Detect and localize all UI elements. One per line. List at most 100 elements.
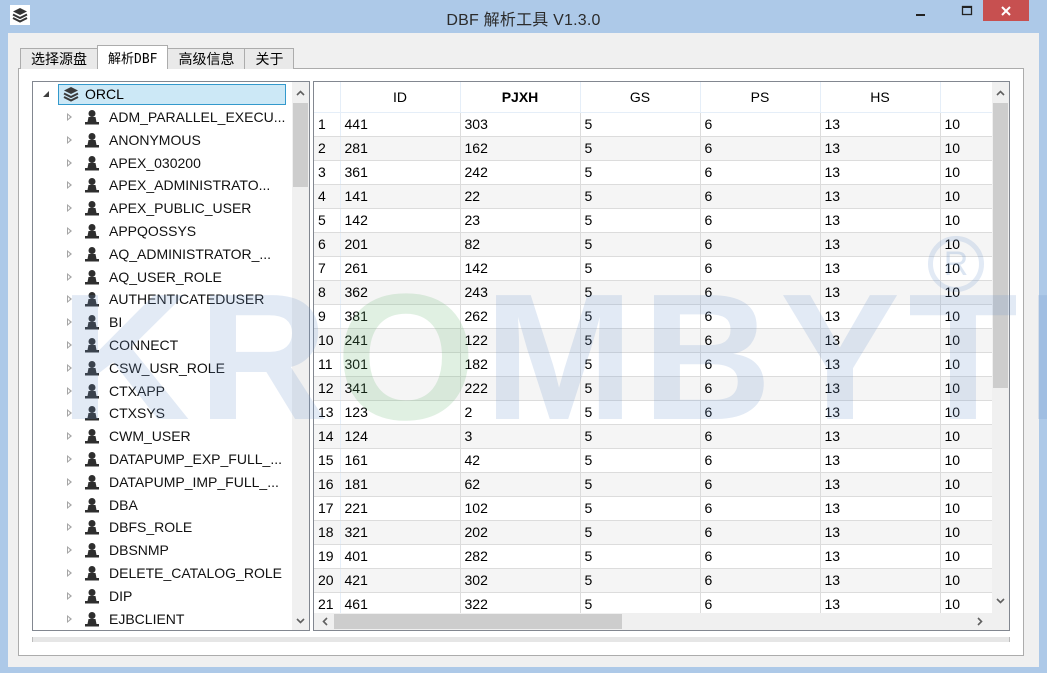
table-cell[interactable]: 13 xyxy=(820,160,941,185)
table-row[interactable]: 10 241 122 5 6 13 10 xyxy=(314,328,1001,353)
table-cell[interactable]: 10 xyxy=(940,352,1001,377)
column-header[interactable]: PS xyxy=(700,82,821,113)
expand-arrow-icon[interactable] xyxy=(67,386,72,395)
table-row[interactable]: 18 321 202 5 6 13 10 xyxy=(314,520,1001,545)
row-number[interactable]: 4 xyxy=(314,184,341,209)
table-cell[interactable]: 5 xyxy=(580,136,701,161)
table-cell[interactable]: 243 xyxy=(460,280,581,305)
table-cell[interactable]: 13 xyxy=(820,496,941,521)
expand-arrow-icon[interactable] xyxy=(67,227,72,235)
expand-arrow-icon[interactable] xyxy=(67,181,72,190)
table-cell[interactable]: 122 xyxy=(460,328,581,353)
table-cell[interactable]: 10 xyxy=(940,160,1001,185)
tree-item[interactable]: DATAPUMP_IMP_FULL_... xyxy=(33,471,285,494)
tree-item[interactable]: AQ_USER_ROLE xyxy=(33,266,285,289)
table-cell[interactable]: 13 xyxy=(820,112,941,137)
expand-arrow-icon[interactable] xyxy=(67,591,72,600)
expand-arrow-icon[interactable] xyxy=(67,249,72,258)
tab-about[interactable]: 关于 xyxy=(244,48,295,69)
table-cell[interactable]: 10 xyxy=(940,256,1001,281)
table-cell[interactable]: 5 xyxy=(580,376,701,401)
table-cell[interactable]: 361 xyxy=(340,160,461,185)
table-cell[interactable]: 6 xyxy=(700,256,821,281)
table-cell[interactable]: 10 xyxy=(940,448,1001,473)
table-cell[interactable]: 261 xyxy=(340,256,461,281)
table-cell[interactable]: 13 xyxy=(820,376,941,401)
expand-arrow-icon[interactable] xyxy=(67,135,72,144)
expand-arrow-icon[interactable] xyxy=(67,455,72,463)
table-cell[interactable]: 6 xyxy=(700,520,821,545)
scroll-right-icon[interactable] xyxy=(971,613,988,630)
table-cell[interactable]: 5 xyxy=(580,424,701,449)
column-header[interactable]: HS xyxy=(820,82,941,113)
grid-vertical-scrollbar[interactable] xyxy=(992,82,1009,613)
expand-arrow-icon[interactable] xyxy=(67,546,72,555)
table-row[interactable]: 4 141 22 5 6 13 10 xyxy=(314,184,1001,209)
row-number[interactable]: 8 xyxy=(314,280,341,305)
tree-item[interactable]: APEX_PUBLIC_USER xyxy=(33,197,285,220)
column-header[interactable]: GS xyxy=(580,82,701,113)
expand-arrow-icon[interactable] xyxy=(67,204,72,213)
table-cell[interactable]: 10 xyxy=(940,376,1001,401)
row-number[interactable]: 17 xyxy=(314,496,341,521)
table-row[interactable]: 19 401 282 5 6 13 10 xyxy=(314,544,1001,569)
table-cell[interactable]: 13 xyxy=(820,280,941,305)
column-header[interactable]: PJXH xyxy=(460,82,581,113)
table-cell[interactable]: 10 xyxy=(940,136,1001,161)
expand-arrow-icon[interactable] xyxy=(67,341,72,349)
table-row[interactable]: 5 142 23 5 6 13 10 xyxy=(314,208,1001,233)
table-row[interactable]: 12 341 222 5 6 13 10 xyxy=(314,376,1001,401)
tree-root-orcl[interactable]: ORCL xyxy=(41,84,286,105)
table-cell[interactable]: 6 xyxy=(700,568,821,593)
row-number[interactable]: 3 xyxy=(314,160,341,185)
table-cell[interactable]: 141 xyxy=(340,184,461,209)
table-cell[interactable]: 303 xyxy=(460,112,581,137)
expand-arrow-icon[interactable] xyxy=(67,477,72,486)
table-cell[interactable]: 5 xyxy=(580,304,701,329)
table-cell[interactable]: 10 xyxy=(940,208,1001,233)
table-cell[interactable]: 242 xyxy=(460,160,581,185)
table-cell[interactable]: 10 xyxy=(940,424,1001,449)
row-number[interactable]: 7 xyxy=(314,256,341,281)
schema-tree[interactable]: ORCL ADM_PARALLEL_EXECU... ANONYMOUS APEX_… xyxy=(32,81,310,631)
table-cell[interactable]: 5 xyxy=(580,112,701,137)
table-row[interactable]: 20 421 302 5 6 13 10 xyxy=(314,568,1001,593)
scroll-up-icon[interactable] xyxy=(292,84,309,101)
table-row[interactable]: 1 441 303 5 6 13 10 xyxy=(314,112,1001,137)
table-row[interactable]: 15 161 42 5 6 13 10 xyxy=(314,448,1001,473)
table-cell[interactable]: 10 xyxy=(940,496,1001,521)
table-cell[interactable]: 6 xyxy=(700,352,821,377)
table-cell[interactable]: 6 xyxy=(700,304,821,329)
row-number[interactable]: 13 xyxy=(314,400,341,425)
expand-arrow-icon[interactable] xyxy=(67,363,72,372)
table-cell[interactable]: 5 xyxy=(580,400,701,425)
table-cell[interactable]: 10 xyxy=(940,232,1001,257)
table-cell[interactable]: 181 xyxy=(340,472,461,497)
scroll-down-icon[interactable] xyxy=(292,612,309,629)
tree-item[interactable]: DELETE_CATALOG_ROLE xyxy=(33,562,285,585)
table-cell[interactable]: 5 xyxy=(580,160,701,185)
row-number[interactable]: 5 xyxy=(314,208,341,233)
table-cell[interactable]: 5 xyxy=(580,280,701,305)
table-cell[interactable]: 282 xyxy=(460,544,581,569)
row-number[interactable]: 11 xyxy=(314,352,341,377)
table-cell[interactable]: 5 xyxy=(580,184,701,209)
table-cell[interactable]: 5 xyxy=(580,472,701,497)
grid-vscroll-thumb[interactable] xyxy=(993,103,1008,388)
table-cell[interactable]: 10 xyxy=(940,184,1001,209)
table-cell[interactable]: 5 xyxy=(580,208,701,233)
expand-arrow-icon[interactable] xyxy=(67,113,72,121)
table-cell[interactable]: 6 xyxy=(700,544,821,569)
table-cell[interactable]: 381 xyxy=(340,304,461,329)
expand-arrow-icon[interactable] xyxy=(67,614,72,623)
tab-parse-dbf[interactable]: 解析DBF xyxy=(97,45,169,69)
table-cell[interactable]: 13 xyxy=(820,184,941,209)
table-cell[interactable]: 281 xyxy=(340,136,461,161)
table-cell[interactable]: 302 xyxy=(460,568,581,593)
table-row[interactable]: 6 201 82 5 6 13 10 xyxy=(314,232,1001,257)
tree-item[interactable]: CSW_USR_ROLE xyxy=(33,357,285,380)
scroll-down-icon[interactable] xyxy=(992,592,1009,609)
maximize-button[interactable] xyxy=(952,0,982,21)
table-cell[interactable]: 222 xyxy=(460,376,581,401)
table-row[interactable]: 13 123 2 5 6 13 10 xyxy=(314,400,1001,425)
